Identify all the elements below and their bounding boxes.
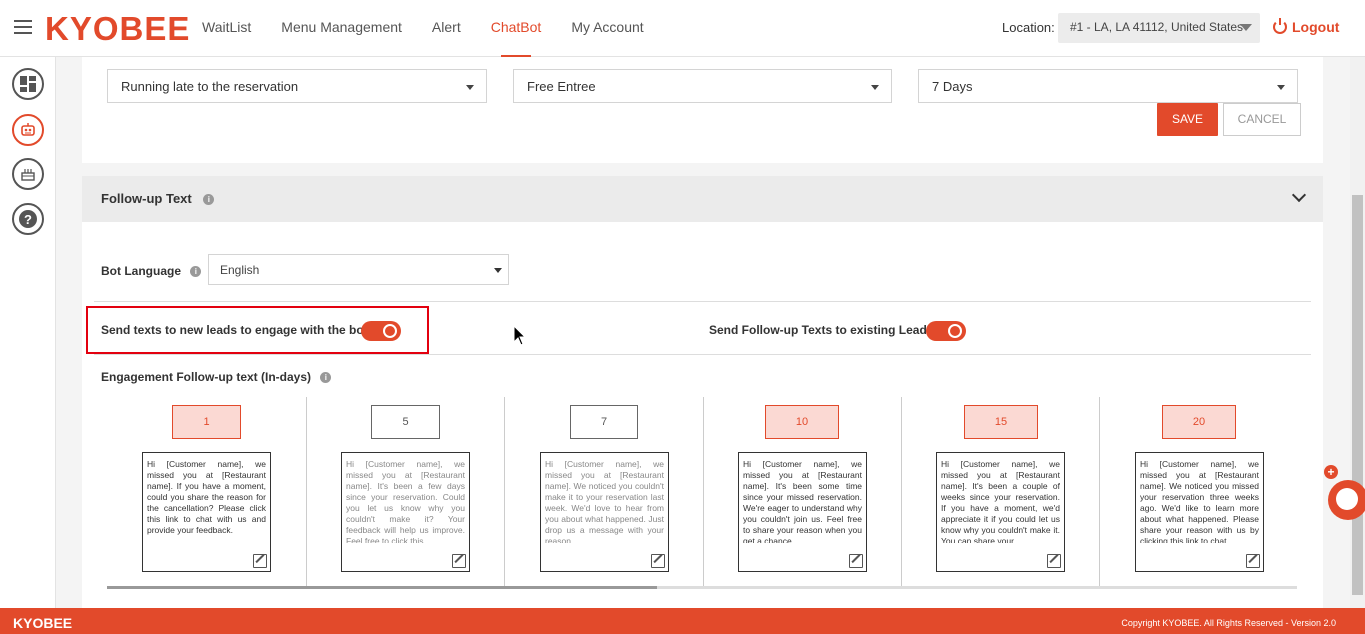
message-card[interactable]: Hi [Customer name], we missed you at [Re… [936,452,1065,572]
new-leads-toggle[interactable] [361,321,401,341]
new-leads-label: Send texts to new leads to engage with t… [101,323,368,337]
nav-menu-management[interactable]: Menu Management [281,0,402,57]
message-card[interactable]: Hi [Customer name], we missed you at [Re… [540,452,669,572]
day-input-20[interactable]: 20 [1162,405,1236,439]
main-nav: WaitList Menu Management Alert ChatBot M… [202,0,674,57]
chat-bubble-inner [1336,488,1358,510]
message-text: Hi [Customer name], we missed you at [Re… [545,459,664,543]
column-divider [703,397,704,587]
day-input-10[interactable]: 10 [765,405,839,439]
kyobee-logo[interactable]: KYOBEE [45,10,190,48]
edit-icon[interactable] [651,554,665,568]
toggle-knob [383,324,397,338]
bot-language-select[interactable]: English [208,254,509,285]
scrollbar-thumb[interactable] [107,586,657,589]
engagement-label: Engagement Follow-up text (In-days) i [101,370,332,384]
edit-icon[interactable] [849,554,863,568]
horizontal-scrollbar[interactable] [107,586,1297,589]
day-input-7[interactable]: 7 [570,405,638,439]
column-divider [901,397,902,587]
help-icon[interactable]: ? [12,203,44,235]
message-text: Hi [Customer name], we missed you at [Re… [941,459,1060,543]
divider [94,301,1311,302]
column-divider [1099,397,1100,587]
day-input-5[interactable]: 5 [371,405,440,439]
bot-language-value: English [220,263,260,277]
location-value: #1 - LA, LA 41112, United States [1070,20,1244,34]
column-divider [504,397,505,587]
nav-my-account[interactable]: My Account [571,0,643,57]
location-label: Location: [1002,20,1055,35]
main-content: Running late to the reservation Free Ent… [82,57,1323,608]
chevron-down-icon [1277,85,1285,90]
svg-text:?: ? [24,212,32,227]
message-card[interactable]: Hi [Customer name], we missed you at [Re… [738,452,867,572]
power-icon [1273,18,1287,34]
message-card[interactable]: Hi [Customer name], we missed you at [Re… [1135,452,1264,572]
day-input-15[interactable]: 15 [964,405,1038,439]
day-input-1[interactable]: 1 [172,405,241,439]
message-text: Hi [Customer name], we missed you at [Re… [346,459,465,543]
followup-title-text: Follow-up Text [101,191,192,206]
scrollbar-thumb[interactable] [1352,195,1363,595]
footer: KYOBEE Copyright KYOBEE. All Rights Rese… [0,608,1365,634]
column-divider [306,397,307,587]
nav-alert[interactable]: Alert [432,0,461,57]
vertical-scrollbar[interactable] [1350,57,1365,608]
info-icon[interactable]: i [320,372,332,384]
toggle-knob [948,324,962,338]
bot-language-label: Bot Language i [101,264,202,278]
offer-select-value: Free Entree [527,79,596,94]
chevron-down-icon [871,85,879,90]
chevron-down-icon [466,85,474,90]
message-card[interactable]: Hi [Customer name], we missed you at [Re… [142,452,271,572]
duration-select-value: 7 Days [932,79,973,94]
chevron-down-icon [494,268,502,273]
followup-section-body: Bot Language i English Send texts to new… [82,222,1323,608]
location-select[interactable]: #1 - LA, LA 41112, United States [1058,13,1260,43]
chevron-down-icon[interactable] [1291,187,1307,203]
existing-leads-label: Send Follow-up Texts to existing Leads [709,323,934,337]
edit-icon[interactable] [253,554,267,568]
message-text: Hi [Customer name], we missed you at [Re… [1140,459,1259,543]
nav-waitlist[interactable]: WaitList [202,0,251,57]
divider [94,354,1311,355]
info-icon[interactable]: i [190,266,202,278]
edit-icon[interactable] [1246,554,1260,568]
cancel-button[interactable]: CANCEL [1223,103,1301,136]
message-text: Hi [Customer name], we missed you at [Re… [743,459,862,543]
dashboard-icon[interactable] [12,68,44,100]
bot-language-label-text: Bot Language [101,264,181,278]
robot-icon[interactable] [12,114,44,146]
logout-button[interactable]: Logout [1273,18,1340,35]
message-text: Hi [Customer name], we missed you at [Re… [147,459,266,535]
chevron-down-icon [1240,24,1252,31]
existing-leads-toggle[interactable] [926,321,966,341]
reason-select[interactable]: Running late to the reservation [107,69,487,103]
info-icon[interactable]: i [203,194,215,206]
reason-card: Running late to the reservation Free Ent… [82,57,1323,163]
hamburger-menu-icon[interactable] [14,20,32,34]
followup-section-header[interactable]: Follow-up Text i [82,176,1323,222]
engagement-label-text: Engagement Follow-up text (In-days) [101,370,312,384]
edit-icon[interactable] [452,554,466,568]
chat-widget-icon[interactable] [1328,480,1365,520]
reason-select-value: Running late to the reservation [121,79,299,94]
nav-chatbot[interactable]: ChatBot [491,0,541,57]
edit-icon[interactable] [1047,554,1061,568]
cake-icon[interactable] [12,158,44,190]
followup-title: Follow-up Text i [101,191,215,206]
sidebar: ? [0,57,56,608]
top-bar: KYOBEE WaitList Menu Management Alert Ch… [0,0,1365,57]
copyright-text: Copyright KYOBEE. All Rights Reserved - … [1121,618,1336,628]
logout-label: Logout [1292,19,1340,35]
save-button[interactable]: SAVE [1157,103,1218,136]
mouse-cursor-icon [513,325,527,346]
message-card[interactable]: Hi [Customer name], we missed you at [Re… [341,452,470,572]
plus-icon[interactable]: + [1324,465,1338,479]
footer-logo: KYOBEE [13,615,73,631]
duration-select[interactable]: 7 Days [918,69,1298,103]
offer-select[interactable]: Free Entree [513,69,892,103]
